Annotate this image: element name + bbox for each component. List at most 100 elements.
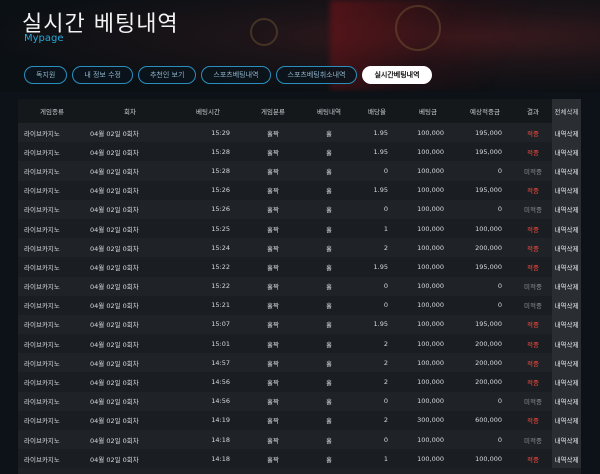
- delete-row-button[interactable]: 내역삭제: [552, 161, 581, 181]
- bet-amount-cell: 100,000: [417, 301, 444, 310]
- bet-time-cell: 14:18: [211, 435, 230, 444]
- bet-pick-cell: 홀: [326, 167, 332, 176]
- bet-amount-cell: 100,000: [417, 435, 444, 444]
- bet-amount-cell: 100,000: [417, 378, 444, 387]
- result-cell: 미적중: [524, 398, 542, 407]
- table-row: 라이브카지노 04월 02일 0회차 14:57 홀짝 홀 2 100,000 200,000…: [18, 353, 581, 373]
- delete-row-button[interactable]: 내역삭제: [552, 238, 581, 258]
- delete-row-button[interactable]: 내역삭제: [552, 410, 581, 430]
- bet-time-cell: 15:28: [211, 166, 230, 175]
- game-type-cell: 라이브카지노: [24, 398, 60, 407]
- odds-cell: 1.95: [373, 186, 388, 195]
- result-cell: 적중: [527, 263, 539, 272]
- odds-cell: 2: [383, 378, 388, 387]
- odds-cell: 0: [383, 301, 388, 310]
- game-category-cell: 홀짝: [267, 436, 279, 445]
- game-category-cell: 홀짝: [267, 302, 279, 311]
- round-cell: 04월 02일 0회차: [90, 455, 139, 464]
- delete-row-button[interactable]: 내역삭제: [552, 353, 581, 373]
- delete-row-button[interactable]: 내역삭제: [552, 295, 581, 315]
- bet-time-cell: 15:22: [211, 262, 230, 271]
- bet-pick-cell: 홀: [326, 187, 332, 196]
- round-cell: 04월 02일 0회차: [90, 283, 139, 292]
- tab-sports-bet-cancellations[interactable]: 스포츠베팅취소내역: [275, 66, 358, 84]
- game-type-cell: 라이브카지노: [24, 167, 60, 176]
- bet-amount-cell: 100,000: [417, 339, 444, 348]
- odds-cell: 1.95: [373, 128, 388, 137]
- game-category-cell: 홀짝: [267, 455, 279, 464]
- delete-row-button[interactable]: 내역삭제: [552, 123, 581, 143]
- table-row: 라이브카지노 04월 02일 0회차 15:25 홀짝 홀 1 100,000 100,000…: [18, 218, 581, 239]
- delete-row-button[interactable]: 내역삭제: [552, 218, 581, 239]
- round-cell: 04월 02일 0회차: [90, 302, 139, 311]
- table-row: 라이브카지노 04월 02일 0회차 15:21 홀짝 홀 0 100,000 0 미적중 내역삭…: [18, 295, 581, 315]
- col-header-bet-time: 베팅시간: [196, 108, 220, 116]
- delete-row-button[interactable]: 내역삭제: [552, 180, 581, 200]
- bet-time-cell: 14:56: [211, 397, 230, 406]
- delete-row-button[interactable]: 내역삭제: [552, 199, 581, 219]
- game-category-cell: 홀짝: [267, 148, 279, 157]
- bet-pick-cell: 홀: [326, 244, 332, 253]
- expected-win-cell: 100,000: [475, 224, 502, 233]
- expected-win-cell: 195,000: [475, 186, 502, 195]
- delete-row-button[interactable]: 내역삭제: [552, 276, 581, 296]
- odds-cell: 0: [383, 205, 388, 214]
- game-type-cell: 라이브카지노: [24, 359, 60, 368]
- delete-row-button[interactable]: 내역삭제: [552, 314, 581, 335]
- bet-amount-cell: 100,000: [417, 282, 444, 291]
- delete-all-button[interactable]: 전체삭제: [552, 99, 581, 123]
- bet-time-cell: 14:19: [211, 416, 230, 425]
- game-category-cell: 홀짝: [267, 340, 279, 349]
- game-type-cell: 라이브카지노: [24, 379, 60, 388]
- odds-cell: 1.95: [373, 262, 388, 271]
- round-cell: 04월 02일 0회차: [90, 417, 139, 426]
- tab-live-bets[interactable]: 실시간베팅내역: [362, 66, 432, 84]
- round-cell: 04월 02일 0회차: [90, 263, 139, 272]
- table-row: 라이브카지노 04월 02일 0회차 15:26 홀짝 홀 0 100,000 0 미적중 내역삭…: [18, 199, 581, 219]
- tab-support[interactable]: 독지원: [24, 66, 68, 84]
- col-header-game-type: 게임종류: [40, 108, 64, 116]
- expected-win-cell: 0: [497, 205, 502, 214]
- delete-row-button[interactable]: 내역삭제: [552, 142, 581, 162]
- delete-row-button[interactable]: 내역삭제: [552, 372, 581, 392]
- game-category-cell: 홀짝: [267, 321, 279, 330]
- bet-amount-cell: 100,000: [417, 147, 444, 156]
- bet-time-cell: 15:26: [211, 186, 230, 195]
- result-cell: 미적중: [524, 283, 542, 292]
- result-cell: 적중: [527, 359, 539, 368]
- odds-cell: 0: [383, 397, 388, 406]
- game-type-cell: 라이브카지노: [24, 225, 60, 234]
- bet-pick-cell: 홀: [326, 321, 332, 330]
- table-row: 라이브카지노 04월 02일 0회차 15:01 홀짝 홀 2 100,000 200,000…: [18, 334, 581, 354]
- bet-amount-cell: 300,000: [417, 416, 444, 425]
- game-category-cell: 홀짝: [267, 167, 279, 176]
- game-category-cell: 홀짝: [267, 244, 279, 253]
- tab-sports-bets[interactable]: 스포츠베팅내역: [201, 66, 271, 84]
- tab-referrals[interactable]: 추천인 보기: [137, 66, 197, 84]
- result-cell: 적중: [527, 187, 539, 196]
- bet-pick-cell: 홀: [326, 283, 332, 292]
- delete-row-button[interactable]: 내역삭제: [552, 257, 581, 277]
- table-row: 라이브카지노 04월 02일 0회차 15:28 홀짝 홀 1.95 100,000 195,…: [18, 142, 581, 162]
- table-row: 라이브카지노 04월 02일 0회차 15:26 홀짝 홀 1.95 100,000 195,…: [18, 180, 581, 200]
- expected-win-cell: 195,000: [475, 320, 502, 329]
- delete-row-button[interactable]: 내역삭제: [552, 334, 581, 354]
- odds-cell: 2: [383, 243, 388, 252]
- odds-cell: 2: [383, 358, 388, 367]
- bet-time-cell: 14:57: [211, 358, 230, 367]
- delete-row-button[interactable]: 내역삭제: [552, 391, 581, 411]
- table-row: 라이브카지노 04월 02일 0회차 15:29 홀짝 홀 1.95 100,000 195,…: [18, 123, 581, 143]
- expected-win-cell: 200,000: [475, 339, 502, 348]
- col-header-expected-win: 예상적중금: [470, 108, 500, 116]
- bet-pick-cell: 홀: [326, 379, 332, 388]
- delete-row-button[interactable]: 내역삭제: [552, 430, 581, 450]
- odds-cell: 2: [383, 416, 388, 425]
- tab-edit-profile[interactable]: 내 정보 수정: [72, 66, 133, 84]
- bet-time-cell: 15:29: [211, 128, 230, 137]
- delete-row-button[interactable]: 내역삭제: [552, 449, 581, 469]
- round-cell: 04월 02일 0회차: [90, 398, 139, 407]
- bet-time-cell: 15:01: [211, 339, 230, 348]
- bet-time-cell: 15:25: [211, 224, 230, 233]
- table-row: 라이브카지노 04월 02일 0회차 15:24 홀짝 홀 2 100,000 200,000…: [18, 238, 581, 258]
- game-type-cell: 라이브카지노: [24, 148, 60, 157]
